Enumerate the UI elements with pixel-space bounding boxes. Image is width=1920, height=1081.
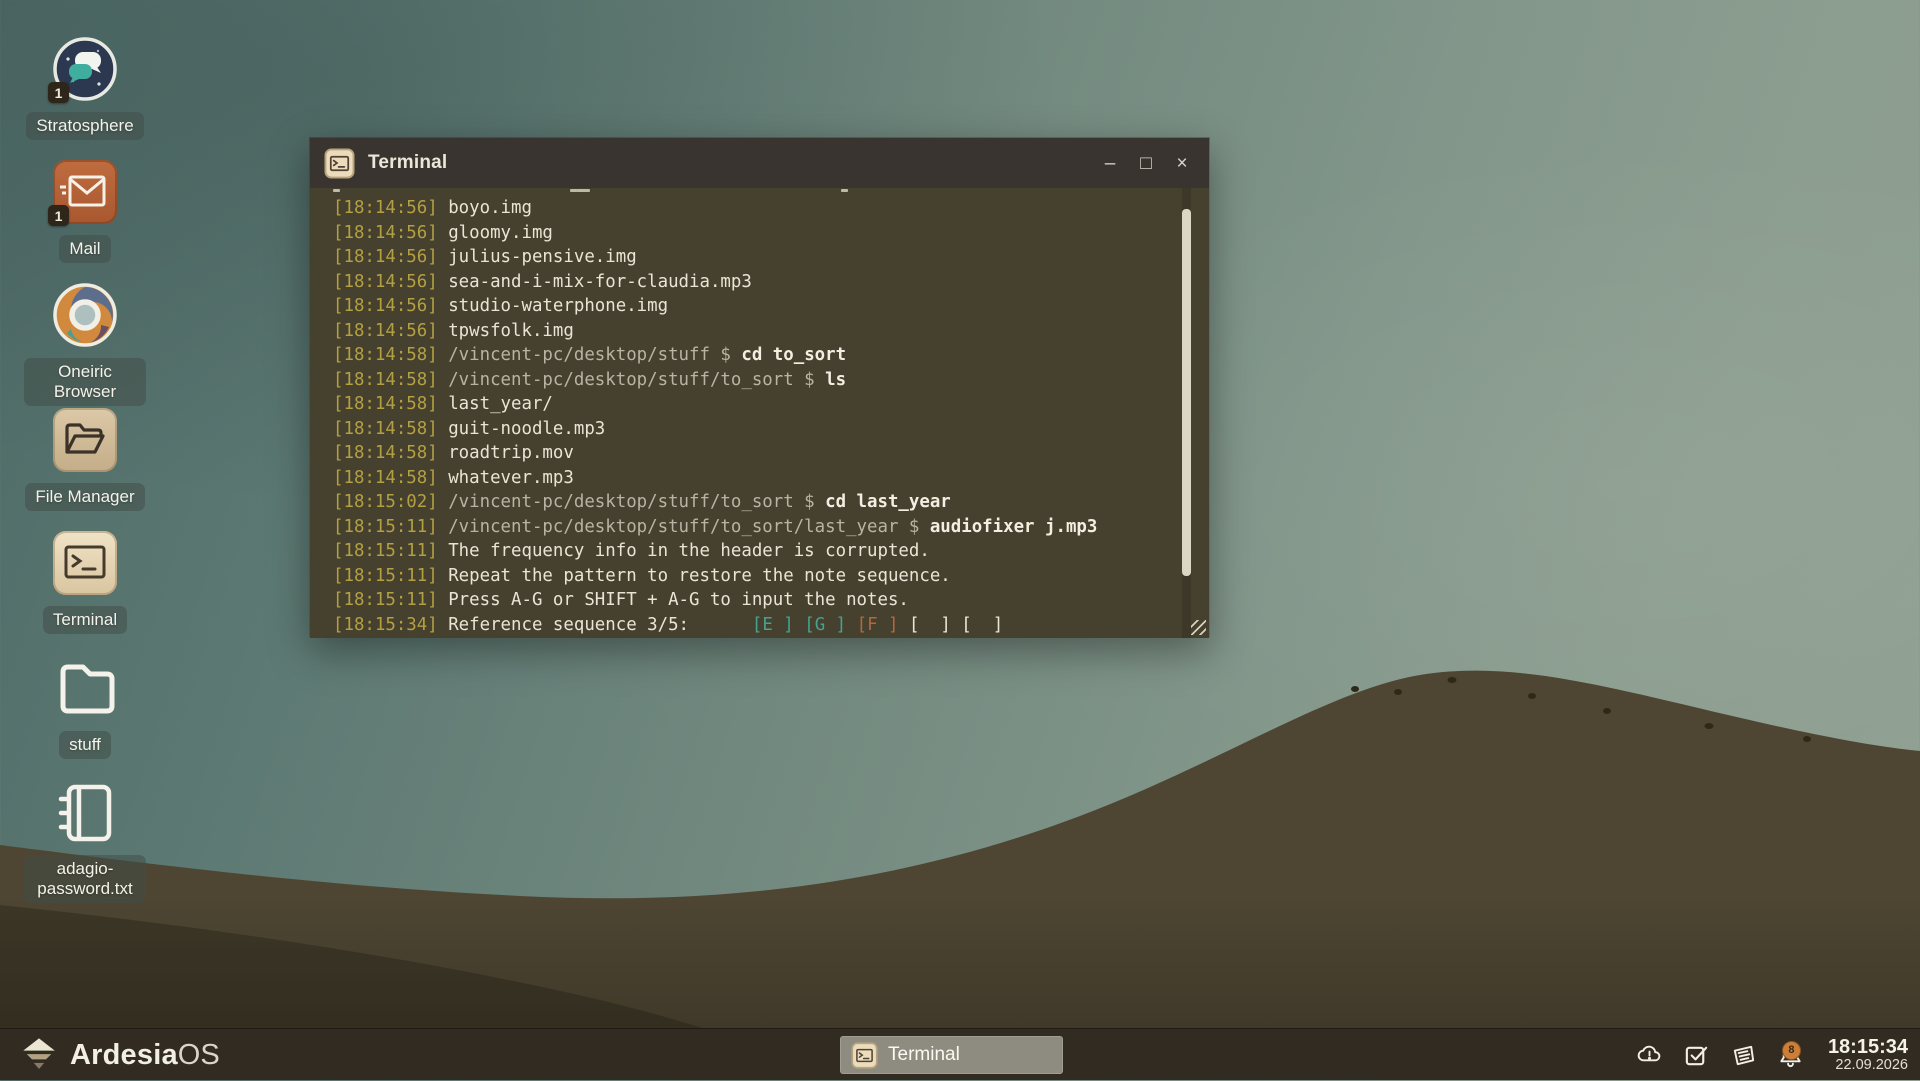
system-tray: 8 18:15:34 22.09.2026 [1636, 1029, 1908, 1081]
desktop-icon-label: stuff [59, 731, 111, 759]
task-button-label: Terminal [888, 1044, 960, 1066]
terminal-line: [18:15:11]Press A-G or SHIFT + A-G to in… [333, 588, 1169, 613]
terminal-window: Terminal – □ × [18:14:56]boyo.img[18:14:… [309, 137, 1210, 637]
notebook-icon [53, 780, 117, 844]
terminal-line: [18:14:58]last_year/ [333, 392, 1169, 417]
unread-badge: 1 [48, 205, 69, 226]
taskbar: ArdesiaOS Terminal [0, 1028, 1920, 1080]
terminal-line: [18:14:56]boyo.img [333, 196, 1169, 221]
terminal-titlebar-icon [324, 148, 355, 179]
terminal-task-icon [851, 1042, 878, 1069]
os-menu[interactable]: ArdesiaOS [18, 1029, 220, 1081]
desktop-icon-adagio-password[interactable]: adagio-password.txt [24, 780, 146, 903]
scrollbar-thumb[interactable] [1182, 209, 1191, 576]
maximize-button[interactable]: □ [1133, 150, 1159, 176]
desktop-icon-terminal[interactable]: Terminal [24, 531, 146, 634]
terminal-line: [18:14:58]/vincent-pc/desktop/stuff $ cd… [333, 343, 1169, 368]
desktop-icon-label: Mail [59, 235, 110, 263]
terminal-line: [18:14:58]guit-noodle.mp3 [333, 417, 1169, 442]
desktop-icon-label: Terminal [43, 606, 127, 634]
terminal-line: [18:14:56]sea-and-i-mix-for-claudia.mp3 [333, 270, 1169, 295]
terminal-line: [18:14:56]gloomy.img [333, 221, 1169, 246]
terminal-lines: [18:14:56]boyo.img[18:14:56]gloomy.img[1… [333, 196, 1169, 637]
mail-icon: 1 [53, 160, 117, 224]
desktop-icon-stratosphere[interactable]: 1 Stratosphere [24, 37, 146, 140]
cloud-sync-icon[interactable] [1636, 1042, 1663, 1069]
desktop-icon-mail[interactable]: 1 Mail [24, 160, 146, 263]
clock[interactable]: 18:15:34 22.09.2026 [1828, 1037, 1908, 1073]
terminal-output-area[interactable]: [18:14:56]boyo.img[18:14:56]gloomy.img[1… [310, 188, 1209, 638]
os-name: Ardesia [70, 1039, 178, 1071]
taskbar-button-terminal[interactable]: Terminal [840, 1036, 1063, 1074]
unread-badge: 1 [48, 82, 69, 103]
terminal-line: [18:14:56]julius-pensive.img [333, 245, 1169, 270]
resize-grip[interactable] [1191, 620, 1206, 635]
terminal-line: [18:15:02]/vincent-pc/desktop/stuff/to_s… [333, 490, 1169, 515]
browser-icon [53, 283, 117, 347]
desktop-icon-file-manager[interactable]: File Manager [24, 408, 146, 511]
desktop-icon-oneiric-browser[interactable]: Oneiric Browser [24, 283, 146, 406]
terminal-line: [18:15:11]The frequency info in the head… [333, 539, 1169, 564]
desktop-icon-label: Oneiric Browser [24, 358, 146, 406]
desktop-icon-label: adagio-password.txt [24, 855, 146, 903]
minimize-button[interactable]: – [1097, 150, 1123, 176]
file-manager-icon [53, 408, 117, 472]
terminal-line: [18:14:56]studio-waterphone.img [333, 294, 1169, 319]
stratosphere-icon: 1 [53, 37, 117, 101]
terminal-line: [18:15:11]/vincent-pc/desktop/stuff/to_s… [333, 515, 1169, 540]
terminal-line: [18:14:56]tpwsfolk.img [333, 319, 1169, 344]
terminal-line: [18:14:58]roadtrip.mov [333, 441, 1169, 466]
notification-count-badge: 8 [1782, 1041, 1801, 1060]
os-name-suffix: OS [178, 1039, 220, 1071]
clock-date: 22.09.2026 [1828, 1058, 1908, 1073]
folder-icon [53, 656, 117, 720]
desktop-icon-label: File Manager [25, 483, 144, 511]
terminal-line: [18:15:11]Repeat the pattern to restore … [333, 564, 1169, 589]
notification-bell-icon[interactable]: 8 [1777, 1042, 1804, 1069]
window-title: Terminal [368, 152, 447, 174]
close-button[interactable]: × [1169, 150, 1195, 176]
terminal-line: [18:14:58]/vincent-pc/desktop/stuff/to_s… [333, 368, 1169, 393]
clock-time: 18:15:34 [1828, 1037, 1908, 1058]
terminal-icon [53, 531, 117, 595]
window-titlebar[interactable]: Terminal – □ × [310, 138, 1209, 188]
newsletter-icon[interactable] [1730, 1042, 1757, 1069]
terminal-line: [18:15:34]Reference sequence 3/5: [E ] [… [333, 613, 1169, 638]
clipped-scrollback-line [333, 188, 1173, 193]
desktop-icon-label: Stratosphere [26, 112, 143, 140]
tasks-checkbox-icon[interactable] [1683, 1042, 1710, 1069]
terminal-line: [18:14:58]whatever.mp3 [333, 466, 1169, 491]
ardesia-logo-icon [18, 1034, 60, 1076]
desktop-icon-stuff[interactable]: stuff [24, 656, 146, 759]
